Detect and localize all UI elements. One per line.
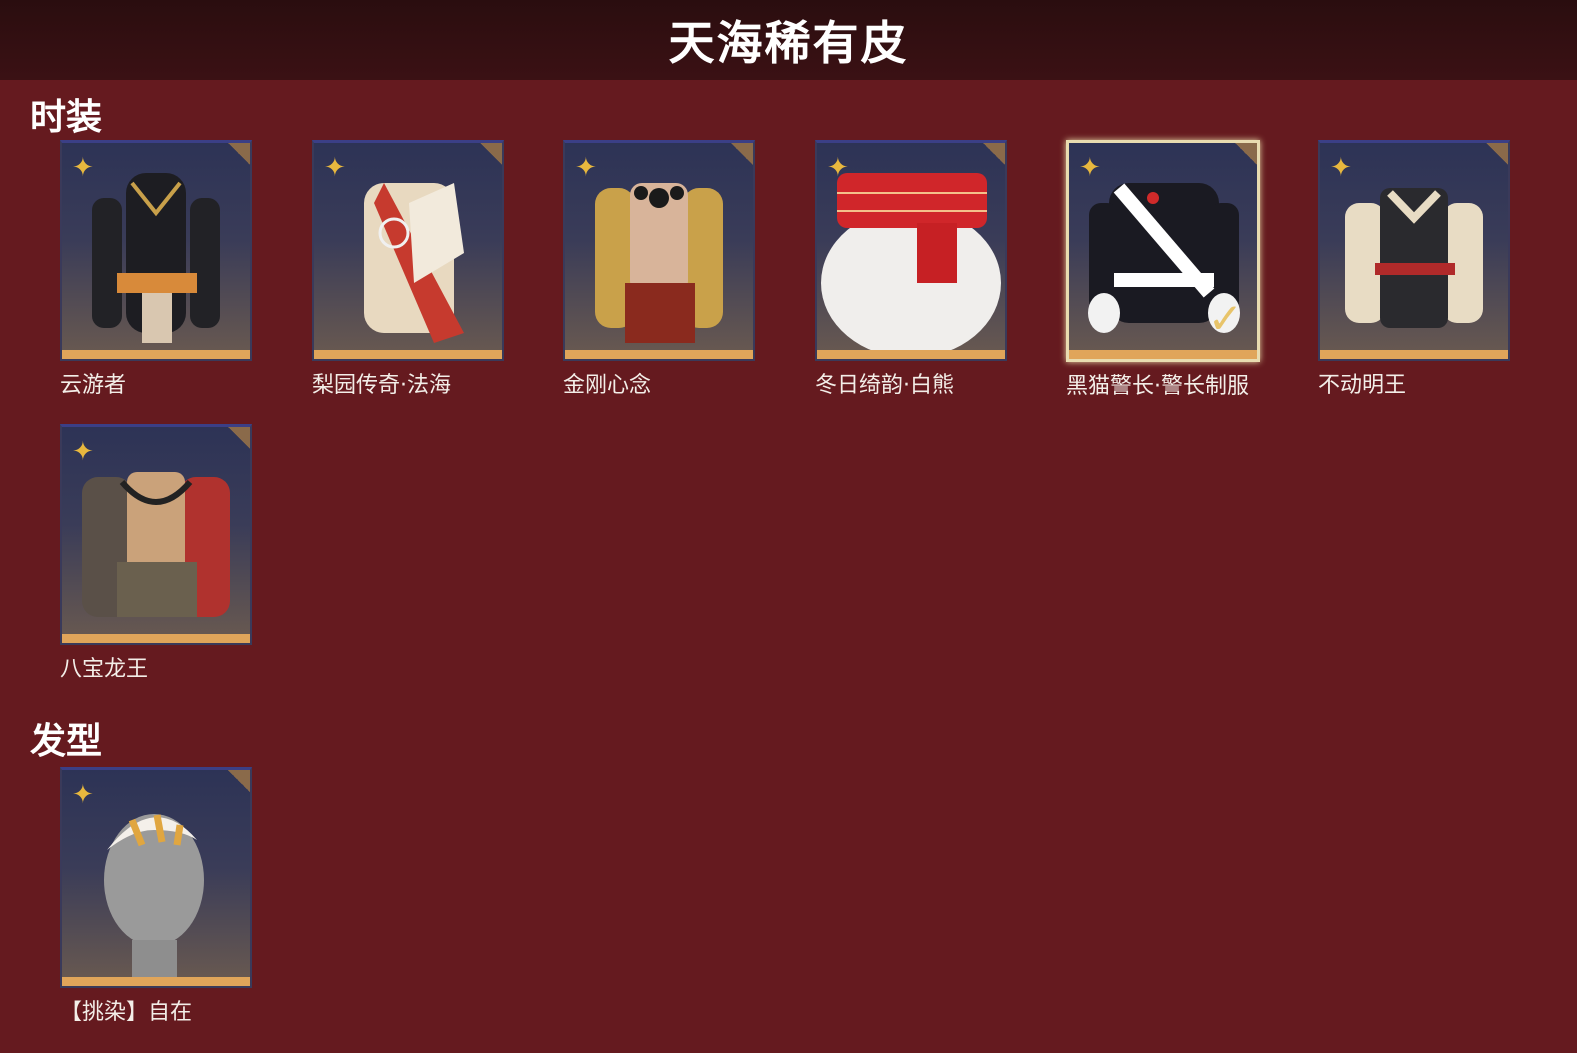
outfit-thumbnail: ✦ (312, 140, 504, 361)
rarity-bar (565, 350, 753, 359)
corner-badge-icon (731, 143, 753, 165)
rarity-bar (62, 977, 250, 986)
outfit-thumbnail: ✦ (1318, 140, 1510, 361)
rarity-star-icon: ✦ (72, 153, 94, 183)
outfit-card[interactable]: ✦ 八宝龙王 (60, 424, 252, 683)
corner-badge-icon (228, 427, 250, 449)
outfit-label: 八宝龙王 (60, 657, 149, 682)
outfit-thumbnail: ✦ (563, 140, 755, 361)
outfit-card[interactable]: ✦ 冬日绮韵·白熊 (815, 140, 1007, 399)
rarity-star-icon: ✦ (72, 437, 94, 467)
outfit-thumbnail: ✦ (60, 424, 252, 645)
hair-card[interactable]: ✦ 【挑染】自在 (60, 767, 252, 1026)
outfit-card[interactable]: ✦ 云游者 (60, 140, 252, 399)
rarity-bar (62, 634, 250, 643)
rarity-star-icon: ✦ (1330, 153, 1352, 183)
rarity-bar (314, 350, 502, 359)
outfit-label: 冬日绮韵·白熊 (815, 373, 954, 398)
page-header: 天海稀有皮 (0, 0, 1577, 80)
outfit-card[interactable]: ✦ 梨园传奇·法海 (312, 140, 504, 399)
rarity-star-icon: ✦ (72, 780, 94, 810)
outfit-thumbnail: ✦ (60, 140, 252, 361)
outfit-label: 黑猫警长·警长制服 (1066, 374, 1249, 399)
corner-badge-icon (228, 143, 250, 165)
corner-badge-icon (480, 143, 502, 165)
outfit-thumbnail: ✦ ✓ (1066, 140, 1260, 362)
outfit-thumbnail: ✦ (815, 140, 1007, 361)
rarity-star-icon: ✦ (1079, 153, 1101, 183)
rarity-bar (817, 350, 1005, 359)
outfit-card-selected[interactable]: ✦ ✓ 黑猫警长·警长制服 (1066, 140, 1260, 400)
corner-badge-icon (1235, 143, 1257, 165)
outfit-label: 金刚心念 (563, 373, 652, 398)
outfit-card[interactable]: ✦ 金刚心念 (563, 140, 755, 399)
checkmark-icon: ✓ (1207, 294, 1243, 343)
corner-badge-icon (1486, 143, 1508, 165)
hair-thumbnail: ✦ (60, 767, 252, 988)
corner-badge-icon (228, 770, 250, 792)
rarity-bar (1320, 350, 1508, 359)
rarity-bar (62, 350, 250, 359)
section-title-hair: 发型 (30, 721, 103, 762)
rarity-star-icon: ✦ (827, 153, 849, 183)
outfit-label: 梨园传奇·法海 (312, 373, 451, 398)
rarity-star-icon: ✦ (324, 153, 346, 183)
hair-label: 【挑染】自在 (60, 1000, 193, 1025)
outfit-label: 云游者 (60, 373, 127, 398)
rarity-bar (1069, 350, 1257, 359)
page-title: 天海稀有皮 (668, 16, 909, 70)
outfit-card[interactable]: ✦ 不动明王 (1318, 140, 1510, 399)
corner-badge-icon (983, 143, 1005, 165)
outfit-label: 不动明王 (1318, 373, 1407, 398)
section-title-outfits: 时装 (30, 97, 103, 138)
rarity-star-icon: ✦ (575, 153, 597, 183)
